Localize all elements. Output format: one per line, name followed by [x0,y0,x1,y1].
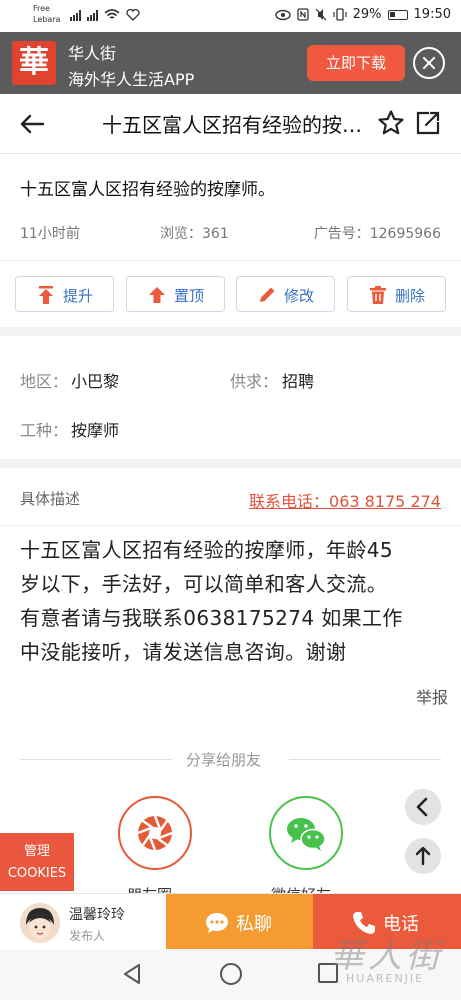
wechat-moments-icon [137,815,173,851]
publisher-name: 温馨玲玲 [69,907,125,923]
battery-icon [387,9,408,20]
divider [289,759,441,760]
job-label: 工种： [20,421,69,440]
back-arrow-icon[interactable] [18,110,46,138]
chevron-left-icon [416,797,428,817]
trash-icon [370,286,386,304]
description-heading: 具体描述 [20,490,81,508]
description-body: 十五区富人区招有经验的按摩师，年龄45 岁以下，手法好，可以简单和客人交流。 有… [20,538,403,664]
site-watermark: 華人街 HUARENJIE [330,936,444,985]
app-logo-icon: 華 [12,41,56,85]
collapse-button[interactable] [405,789,441,825]
arrow-up-icon [415,846,431,866]
boost-button[interactable]: 提升 [15,276,114,312]
section-gap [0,327,461,336]
favorite-star-icon[interactable] [377,109,405,137]
eye-icon [274,9,291,20]
chat-bubble-icon [206,913,228,933]
status-bar: Free Lebara 29% 19:50 [0,0,461,32]
vibrate-icon [333,8,347,21]
job-value: 按摩师 [71,421,120,440]
banner-tagline: 海外华人生活APP [68,70,195,89]
region-label: 地区： [20,372,69,391]
page-title: 十五区富人区招有经验的按摩师。 [102,113,362,137]
report-link[interactable]: 举报 [416,684,448,708]
post-time: 11小时前 [20,226,80,242]
scroll-top-button[interactable] [405,838,441,874]
share-moments-button[interactable] [118,796,192,870]
page-header: 十五区富人区招有经验的按摩师。 [0,94,461,154]
share-wechat-button[interactable] [269,796,343,870]
download-button[interactable]: 立即下载 [307,45,405,81]
wifi-icon [104,9,120,19]
clock: 19:50 [413,7,451,22]
signal-icon [87,10,98,21]
mute-icon [315,8,327,21]
share-heading: 分享给朋友 [186,751,262,769]
close-banner-icon[interactable] [413,47,445,79]
ad-number: 广告号：12695966 [313,226,441,242]
edit-button[interactable]: 修改 [236,276,335,312]
contact-phone-link[interactable]: 联系电话：063 8175 274 [249,488,441,512]
status-right: 29% 19:50 [274,7,451,22]
region-value: 小巴黎 [71,372,120,391]
supply-label: 供求： [230,372,279,391]
app-download-banner: 華 华人街 海外华人生活APP 立即下载 [0,32,461,94]
divider [20,759,172,760]
banner-app-name: 华人街 [68,44,117,63]
divider [0,260,461,261]
nav-home-icon[interactable] [220,963,242,985]
pin-top-icon [149,287,165,303]
view-count: 浏览：361 [160,226,229,242]
post-meta: 11小时前 浏览：361 广告号：12695966 [20,223,441,243]
supply-value: 招聘 [282,372,315,391]
signal-icons [70,9,140,21]
boost-icon [39,286,53,304]
heart-monitor-icon [126,9,140,21]
wechat-icon [287,818,326,851]
manage-cookies-button[interactable]: 管理 COOKIES [0,833,74,891]
nfc-icon [296,8,309,21]
share-icon[interactable] [414,109,442,137]
post-title: 十五区富人区招有经验的按摩师。 [20,180,275,200]
signal-icon [70,10,81,21]
private-chat-button[interactable]: 私聊 [166,894,313,950]
post-actions: 提升 置顶 修改 删除 [15,276,446,312]
section-gap [0,459,461,468]
nav-back-icon[interactable] [120,962,144,986]
publisher-role: 发布人 [69,929,106,943]
pin-top-button[interactable]: 置顶 [126,276,225,312]
user-avatar-icon [20,903,60,943]
avatar[interactable] [20,903,60,943]
edit-icon [260,287,275,302]
divider [0,525,461,526]
delete-button[interactable]: 删除 [347,276,446,312]
battery-percent: 29% [352,7,382,22]
carrier-label: Free Lebara [33,4,61,24]
